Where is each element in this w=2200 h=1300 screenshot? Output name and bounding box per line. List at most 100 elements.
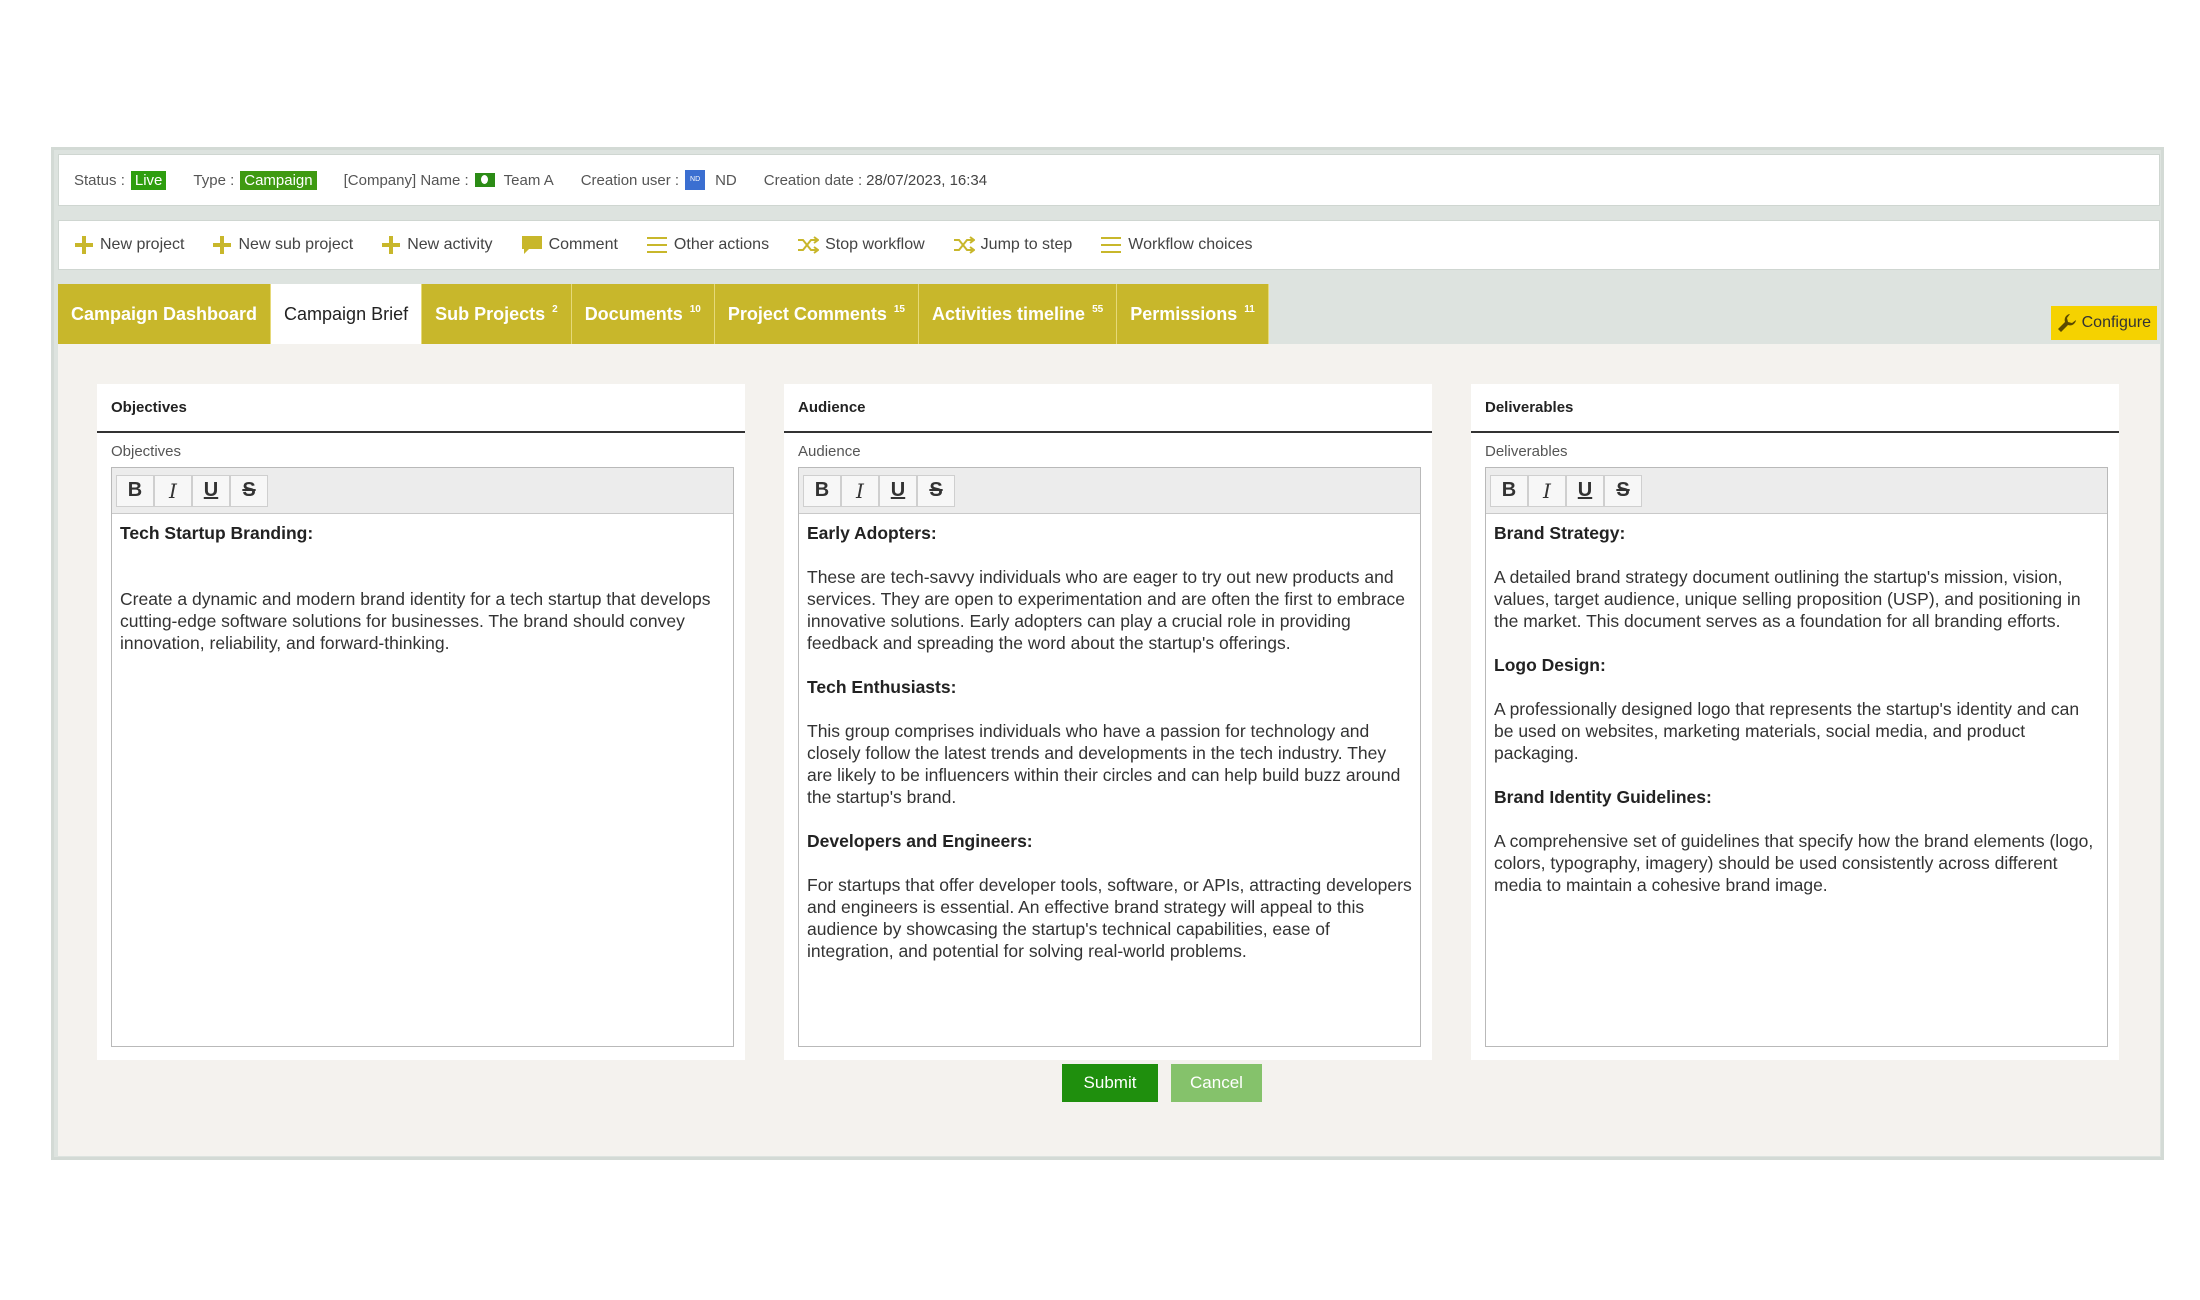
strikethrough-button[interactable]: S (1604, 474, 1642, 507)
menu-icon (646, 237, 667, 253)
tab-label: Activities timeline (932, 303, 1086, 324)
creation-date-label: Creation date : (763, 171, 863, 189)
tab-documents[interactable]: Documents 10 (571, 284, 715, 344)
user-avatar-icon: ND (685, 170, 706, 190)
underline-button[interactable]: U (879, 474, 917, 507)
jump-to-step-label: Jump to step (980, 236, 1073, 253)
status-badge: Live (130, 170, 167, 190)
deliverables-panel: Deliverables Deliverables B I U S Brand … (1471, 384, 2119, 1060)
italic-button[interactable]: I (154, 474, 192, 507)
editor-toolbar: B I U S (1486, 468, 2107, 514)
comment-label: Comment (548, 236, 618, 253)
company-value[interactable]: Team A (504, 172, 554, 189)
tab-count: 11 (1244, 303, 1255, 315)
tab-label: Documents (584, 303, 683, 324)
tab-label: Permissions (1130, 303, 1238, 324)
cancel-button[interactable]: Cancel (1171, 1064, 1262, 1102)
stop-workflow-label: Stop workflow (825, 236, 925, 253)
configure-button[interactable]: Configure (2050, 306, 2157, 340)
deliverables-heading-2: Logo Design: (1494, 655, 1606, 675)
editor-text-area[interactable]: Brand Strategy: A detailed brand strateg… (1486, 514, 2107, 904)
brief-content: Objectives Objectives B I U S Tech Start… (58, 344, 2160, 1156)
tab-bar: Campaign Dashboard Campaign Brief Sub Pr… (58, 284, 1269, 344)
configure-label: Configure (2081, 314, 2151, 331)
company-info: [Company] Name : Team A (344, 172, 554, 189)
panel-title: Audience (784, 384, 1432, 433)
shuffle-icon (798, 236, 820, 254)
tab-label: Campaign Brief (284, 303, 409, 324)
objectives-editor[interactable]: B I U S Tech Startup Branding: Create a … (111, 467, 734, 1047)
type-info: Type : Campaign (193, 170, 317, 190)
creation-user-label: Creation user : (580, 171, 680, 189)
italic-button[interactable]: I (841, 474, 879, 507)
tab-campaign-brief[interactable]: Campaign Brief (271, 284, 423, 344)
tab-sub-projects[interactable]: Sub Projects 2 (422, 284, 572, 344)
wrench-icon (2057, 314, 2076, 332)
audience-heading-3: Developers and Engineers: (807, 831, 1033, 851)
tab-permissions[interactable]: Permissions 11 (1117, 284, 1269, 344)
stop-workflow-button[interactable]: Stop workflow (797, 235, 925, 255)
tab-count: 10 (689, 303, 701, 315)
audience-paragraph-3: For startups that offer developer tools,… (807, 875, 1412, 961)
field-label: Deliverables (1485, 443, 1568, 460)
italic-button[interactable]: I (1528, 474, 1566, 507)
objectives-heading: Tech Startup Branding: (120, 523, 314, 543)
bold-button[interactable]: B (1490, 474, 1528, 507)
objectives-text: Create a dynamic and modern brand identi… (120, 589, 711, 653)
panel-title: Objectives (97, 384, 745, 433)
status-info: Status : Live (74, 170, 167, 190)
new-activity-label: New activity (407, 236, 493, 253)
tab-count: 2 (552, 303, 558, 315)
info-bar: Status : Live Type : Campaign [Company] … (58, 154, 2160, 206)
shuffle-icon (953, 236, 975, 254)
objectives-panel: Objectives Objectives B I U S Tech Start… (97, 384, 745, 1060)
tab-count: 55 (1092, 303, 1104, 315)
comment-button[interactable]: Comment (521, 235, 618, 255)
new-sub-project-label: New sub project (238, 236, 354, 253)
underline-button[interactable]: U (192, 474, 230, 507)
app-window: Status : Live Type : Campaign [Company] … (51, 147, 2164, 1160)
underline-button[interactable]: U (1566, 474, 1604, 507)
strikethrough-button[interactable]: S (917, 474, 955, 507)
company-label: [Company] Name : (343, 171, 469, 189)
status-label: Status : (74, 171, 125, 189)
bold-button[interactable]: B (803, 474, 841, 507)
creation-date-info: Creation date : 28/07/2023, 16:34 (764, 172, 987, 189)
comment-icon (521, 236, 542, 254)
new-project-button[interactable]: New project (74, 235, 184, 255)
tab-count: 15 (893, 303, 905, 315)
audience-heading-1: Early Adopters: (807, 523, 937, 543)
editor-text-area[interactable]: Early Adopters: These are tech-savvy ind… (799, 514, 1420, 970)
deliverables-heading-1: Brand Strategy: (1494, 523, 1626, 543)
tab-campaign-dashboard[interactable]: Campaign Dashboard (58, 284, 272, 344)
creation-user-value[interactable]: ND (715, 172, 737, 189)
tab-label: Campaign Dashboard (71, 303, 258, 324)
deliverables-paragraph-2: A professionally designed logo that repr… (1494, 699, 2080, 763)
field-label: Objectives (111, 443, 182, 460)
menu-icon (1101, 237, 1122, 253)
editor-toolbar: B I U S (799, 468, 1420, 514)
team-icon (474, 173, 495, 187)
tab-label: Sub Projects (435, 303, 546, 324)
audience-paragraph-1: These are tech-savvy individuals who are… (807, 567, 1405, 653)
tab-project-comments[interactable]: Project Comments 15 (714, 284, 919, 344)
workflow-choices-label: Workflow choices (1128, 236, 1253, 253)
other-actions-button[interactable]: Other actions (646, 235, 769, 255)
editor-text-area[interactable]: Tech Startup Branding: Create a dynamic … (112, 514, 733, 662)
new-sub-project-button[interactable]: New sub project (212, 235, 353, 255)
workflow-choices-button[interactable]: Workflow choices (1100, 235, 1252, 255)
submit-button[interactable]: Submit (1062, 1064, 1158, 1102)
plus-icon (75, 236, 93, 254)
tab-activities-timeline[interactable]: Activities timeline 55 (919, 284, 1118, 344)
audience-heading-2: Tech Enthusiasts: (807, 677, 957, 697)
strikethrough-button[interactable]: S (230, 474, 268, 507)
audience-paragraph-2: This group comprises individuals who hav… (807, 721, 1401, 807)
new-activity-button[interactable]: New activity (381, 235, 493, 255)
bold-button[interactable]: B (116, 474, 154, 507)
type-label: Type : (193, 171, 235, 189)
tab-label: Project Comments (727, 303, 887, 324)
deliverables-editor[interactable]: B I U S Brand Strategy: A detailed brand… (1485, 467, 2108, 1047)
audience-editor[interactable]: B I U S Early Adopters: These are tech-s… (798, 467, 1421, 1047)
action-toolbar: New project New sub project New activity… (58, 220, 2160, 270)
jump-to-step-button[interactable]: Jump to step (953, 235, 1073, 255)
